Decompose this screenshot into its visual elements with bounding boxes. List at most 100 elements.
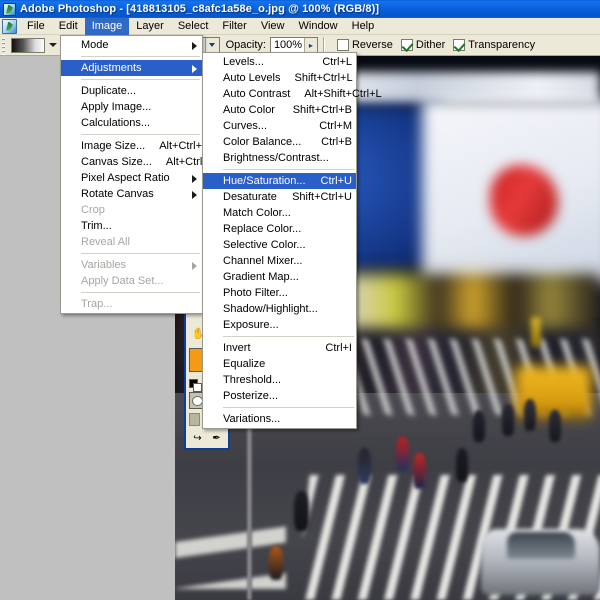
dither-checkbox[interactable]: Dither [400,39,446,51]
menu-item-shortcut: Shift+Ctrl+L [294,72,353,84]
menu-separator [81,56,200,57]
checkbox-box[interactable] [400,39,413,51]
menu-item-exposure[interactable]: Exposure... [203,317,356,333]
menu-item-posterize[interactable]: Posterize... [203,388,356,404]
menu-item-apply-image[interactable]: Apply Image... [61,99,202,115]
dither-label: Dither [415,39,446,51]
divider [322,36,324,54]
menu-select[interactable]: Select [171,18,216,35]
menu-item-label: Auto Levels [223,72,281,84]
menu-item-photo-filter[interactable]: Photo Filter... [203,285,356,301]
menu-item-shadow-highlight[interactable]: Shadow/Highlight... [203,301,356,317]
chevron-down-icon[interactable] [49,43,57,47]
menu-item-curves[interactable]: Curves... Ctrl+M [203,118,356,134]
menu-item-variables: Variables [61,257,202,273]
menu-item-crop: Crop [61,202,202,218]
menu-item-gradient-map[interactable]: Gradient Map... [203,269,356,285]
submenu-arrow-icon [192,175,197,183]
menu-image[interactable]: Image [84,17,130,35]
opacity-stepper[interactable]: 100% ▸ [269,37,318,53]
menu-item-replace-color[interactable]: Replace Color... [203,221,356,237]
menu-item-channel-mixer[interactable]: Channel Mixer... [203,253,356,269]
menu-item-label: Variables [81,259,127,271]
menu-item-rotate-canvas[interactable]: Rotate Canvas [61,186,202,202]
photo-pedestrian [294,491,309,532]
menu-layer[interactable]: Layer [129,18,171,35]
menu-item-label: Match Color... [223,207,291,219]
menu-item-label: Variations... [223,413,281,425]
photo-pedestrian [472,409,485,442]
photoshop-logo-icon [3,2,16,16]
menu-filter[interactable]: Filter [215,18,253,35]
menu-item-shortcut: Shift+Ctrl+U [292,191,352,203]
menu-item-pixel-aspect-ratio[interactable]: Pixel Aspect Ratio [61,170,202,186]
menu-item-label: Calculations... [81,117,151,129]
menu-edit[interactable]: Edit [52,18,85,35]
chevron-down-icon[interactable] [204,38,219,52]
submenu-arrow-icon [192,65,197,73]
menu-item-selective-color[interactable]: Selective Color... [203,237,356,253]
menu-item-threshold[interactable]: Threshold... [203,372,356,388]
menu-item-label: Canvas Size... [81,156,152,168]
image-dropdown-menu[interactable]: Mode Adjustments Duplicate... Apply Imag… [60,35,217,314]
menu-item-label: Crop [81,204,105,216]
menu-item-adjustments[interactable]: Adjustments [61,60,202,76]
submenu-arrow-icon [192,191,197,199]
checkbox-box[interactable] [336,39,349,51]
menu-item-duplicate[interactable]: Duplicate... [61,83,202,99]
photoshop-small-icon[interactable] [2,18,17,34]
menu-item-shortcut: Shift+Ctrl+B [292,104,352,116]
menu-item-invert[interactable]: Invert Ctrl+I [203,340,356,356]
menu-item-label: Apply Data Set... [81,275,164,287]
menu-item-auto-contrast[interactable]: Auto Contrast Alt+Shift+Ctrl+L [203,86,382,102]
menu-item-auto-levels[interactable]: Auto Levels Shift+Ctrl+L [203,70,356,86]
menu-item-label: Color Balance... [223,136,302,148]
menu-item-variations[interactable]: Variations... [203,411,356,427]
default-colors-icon[interactable] [189,379,202,392]
transparency-checkbox[interactable]: Transparency [453,39,535,51]
checkbox-box[interactable] [453,39,466,51]
menu-item-label: Threshold... [223,374,282,386]
reverse-checkbox[interactable]: Reverse [336,39,393,51]
menu-item-match-color[interactable]: Match Color... [203,205,356,221]
menu-item-trap: Trap... [61,296,202,312]
stepper-arrow-icon[interactable]: ▸ [303,38,317,52]
menu-item-label: Desaturate [223,191,277,203]
menu-item-trim[interactable]: Trim... [61,218,202,234]
menu-item-equalize[interactable]: Equalize [203,356,356,372]
menu-item-label: Channel Mixer... [223,255,303,267]
jump-to-imageready-icon[interactable]: ↪ [189,430,206,446]
menu-item-canvas-size[interactable]: Canvas Size... Alt+Ctrl+C [61,154,217,170]
menu-item-label: Invert [223,342,251,354]
opacity-label: Opacity: [225,39,266,51]
menu-item-shortcut: Ctrl+B [321,136,352,148]
menu-item-label: Curves... [223,120,268,132]
menu-item-label: Mode [81,39,109,51]
menu-item-label: Posterize... [223,390,279,402]
menu-item-brightness-contrast[interactable]: Brightness/Contrast... [203,150,356,166]
menu-separator [81,134,200,135]
standard-screen-mode-button[interactable] [189,413,200,426]
menu-item-color-balance[interactable]: Color Balance... Ctrl+B [203,134,356,150]
drag-grip-icon[interactable] [0,35,7,55]
menu-window[interactable]: Window [292,18,345,35]
menu-file[interactable]: File [20,18,52,35]
gradient-preview-swatch[interactable] [11,37,45,53]
menu-item-shortcut: Ctrl+M [319,120,352,132]
menu-view[interactable]: View [254,18,292,35]
menu-item-auto-color[interactable]: Auto Color Shift+Ctrl+B [203,102,356,118]
menu-item-image-size[interactable]: Image Size... Alt+Ctrl+I [61,138,205,154]
menu-item-desaturate[interactable]: Desaturate Shift+Ctrl+U [203,189,356,205]
menu-item-label: Replace Color... [223,223,302,235]
menu-item-calculations[interactable]: Calculations... [61,115,202,131]
edit-in-imageready-icon[interactable]: ✒ [208,430,225,446]
menu-bar: File Edit Image Layer Select Filter View… [0,17,600,35]
adjustments-submenu[interactable]: Levels... Ctrl+L Auto Levels Shift+Ctrl+… [202,52,382,429]
menu-item-mode[interactable]: Mode [61,37,202,53]
menu-item-hue-saturation[interactable]: Hue/Saturation... Ctrl+U [203,173,356,189]
gradient-swatch-fill [12,38,44,52]
menu-help[interactable]: Help [345,18,382,35]
transparency-label: Transparency [468,39,536,51]
title-bar[interactable]: Adobe Photoshop - [418813105_c8afc1a58e_… [0,0,600,18]
menu-item-levels[interactable]: Levels... Ctrl+L [203,54,356,70]
